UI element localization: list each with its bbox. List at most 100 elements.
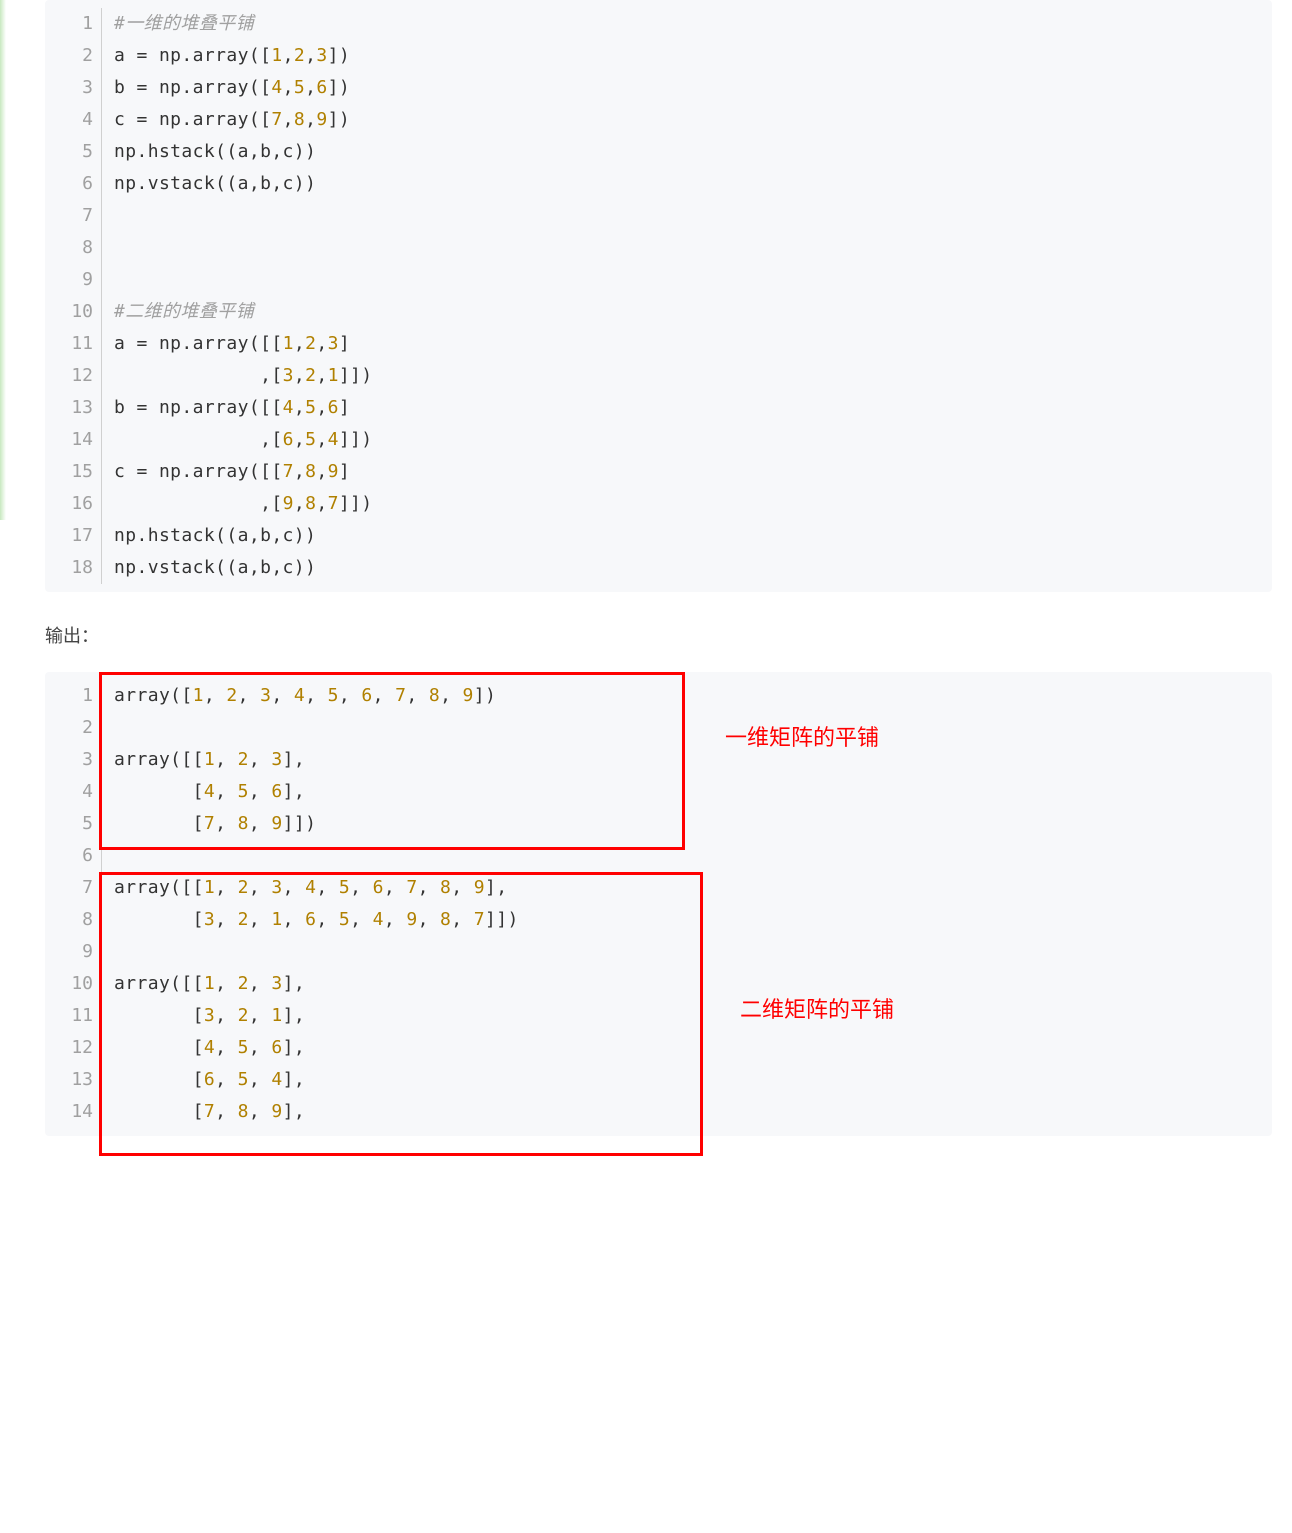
line-number: 7 <box>45 200 102 232</box>
annotation-1d: 一维矩阵的平铺 <box>725 720 879 752</box>
line-number: 13 <box>45 1064 102 1096</box>
line-number: 10 <box>45 968 102 1000</box>
line-number: 10 <box>45 296 102 328</box>
code-line: 2a = np.array([1,2,3]) <box>45 40 1272 72</box>
code-content: a = np.array([[1,2,3] <box>114 328 350 360</box>
line-number: 3 <box>45 72 102 104</box>
line-number: 5 <box>45 136 102 168</box>
code-content: np.hstack((a,b,c)) <box>114 520 316 552</box>
code-line: 15 c = np.array([[7,8,9] <box>45 456 1272 488</box>
code-content: #一维的堆叠平铺 <box>114 8 254 40</box>
code-line: 1 #一维的堆叠平铺 <box>45 8 1272 40</box>
line-number: 4 <box>45 776 102 808</box>
code-line: 14 ,[6,5,4]]) <box>45 424 1272 456</box>
code-line: 7 <box>45 200 1272 232</box>
line-number: 17 <box>45 520 102 552</box>
page: 1#一维的堆叠平铺2a = np.array([1,2,3])3b = np.a… <box>0 0 1292 1186</box>
code-content: [3, 2, 1, 6, 5, 4, 9, 8, 7]]) <box>114 904 519 936</box>
code-line: 18 np.vstack((a,b,c)) <box>45 552 1272 584</box>
annotation-2d: 二维矩阵的平铺 <box>740 992 894 1024</box>
code-content: np.hstack((a,b,c)) <box>114 136 316 168</box>
line-number: 14 <box>45 1096 102 1128</box>
code-content: array([[1, 2, 3], <box>114 968 305 1000</box>
code-line: 12 ,[3,2,1]]) <box>45 360 1272 392</box>
code-line: 9 <box>45 936 1272 968</box>
code-content: [4, 5, 6], <box>114 776 305 808</box>
code-content: ,[6,5,4]]) <box>114 424 373 456</box>
line-number: 13 <box>45 392 102 424</box>
code-content: array([[1, 2, 3], <box>114 744 305 776</box>
line-number: 12 <box>45 1032 102 1064</box>
code-line: 10 array([[1, 2, 3], <box>45 968 1272 1000</box>
code-content: b = np.array([4,5,6]) <box>114 72 350 104</box>
code-content <box>114 936 125 968</box>
code-line: 5 [7, 8, 9]]) <box>45 808 1272 840</box>
code-content <box>114 200 125 232</box>
output-label: 输出： <box>45 622 1272 648</box>
code-line: 12 [4, 5, 6], <box>45 1032 1272 1064</box>
line-number: 18 <box>45 552 102 584</box>
code-content: ,[9,8,7]]) <box>114 488 373 520</box>
line-number: 6 <box>45 168 102 200</box>
line-number: 11 <box>45 1000 102 1032</box>
code-content: array([[1, 2, 3, 4, 5, 6, 7, 8, 9], <box>114 872 508 904</box>
line-number: 2 <box>45 712 102 744</box>
code-line: 2 <box>45 712 1272 744</box>
code-line: 4 c = np.array([7,8,9]) <box>45 104 1272 136</box>
code-content: np.vstack((a,b,c)) <box>114 552 316 584</box>
code-line: 10 #二维的堆叠平铺 <box>45 296 1272 328</box>
code-block-output: 1 array([1, 2, 3, 4, 5, 6, 7, 8, 9]) 2 3 ar… <box>45 672 1272 1136</box>
code-line: 16 ,[9,8,7]]) <box>45 488 1272 520</box>
line-number: 16 <box>45 488 102 520</box>
left-gradient-decoration <box>0 0 6 520</box>
code-content <box>114 264 125 296</box>
line-number: 5 <box>45 808 102 840</box>
code-content: c = np.array([[7,8,9] <box>114 456 350 488</box>
line-number: 9 <box>45 936 102 968</box>
line-number: 3 <box>45 744 102 776</box>
line-number: 12 <box>45 360 102 392</box>
code-content <box>114 232 125 264</box>
code-line: 5 np.hstack((a,b,c)) <box>45 136 1272 168</box>
code-line: 6np.vstack((a,b,c)) <box>45 168 1272 200</box>
code-line: 7 array([[1, 2, 3, 4, 5, 6, 7, 8, 9], <box>45 872 1272 904</box>
code-line: 13 b = np.array([[4,5,6] <box>45 392 1272 424</box>
code-line: 3 b = np.array([4,5,6]) <box>45 72 1272 104</box>
code-line: 11 a = np.array([[1,2,3] <box>45 328 1272 360</box>
code-line: 8 <box>45 232 1272 264</box>
line-number: 2 <box>45 40 102 72</box>
code-content: b = np.array([[4,5,6] <box>114 392 350 424</box>
code-line: 14 [7, 8, 9], <box>45 1096 1272 1128</box>
line-number: 9 <box>45 264 102 296</box>
line-number: 4 <box>45 104 102 136</box>
code-content: [7, 8, 9]]) <box>114 808 316 840</box>
line-number: 11 <box>45 328 102 360</box>
code-line: 4 [4, 5, 6], <box>45 776 1272 808</box>
code-content <box>114 840 125 872</box>
line-number: 15 <box>45 456 102 488</box>
code-content: [3, 2, 1], <box>114 1000 305 1032</box>
code-line: 3 array([[1, 2, 3], <box>45 744 1272 776</box>
code-line: 17 np.hstack((a,b,c)) <box>45 520 1272 552</box>
line-number: 6 <box>45 840 102 872</box>
code-line: 13 [6, 5, 4], <box>45 1064 1272 1096</box>
code-content: [4, 5, 6], <box>114 1032 305 1064</box>
code-content: ,[3,2,1]]) <box>114 360 373 392</box>
code-content: array([1, 2, 3, 4, 5, 6, 7, 8, 9]) <box>114 680 496 712</box>
line-number: 7 <box>45 872 102 904</box>
code-line: 8 [3, 2, 1, 6, 5, 4, 9, 8, 7]]) <box>45 904 1272 936</box>
line-number: 14 <box>45 424 102 456</box>
line-number: 8 <box>45 232 102 264</box>
code-line: 11 [3, 2, 1], <box>45 1000 1272 1032</box>
code-line: 1 array([1, 2, 3, 4, 5, 6, 7, 8, 9]) <box>45 680 1272 712</box>
code-content: [7, 8, 9], <box>114 1096 305 1128</box>
line-number: 1 <box>45 680 102 712</box>
code-content: c = np.array([7,8,9]) <box>114 104 350 136</box>
code-content <box>114 712 125 744</box>
code-content: #二维的堆叠平铺 <box>114 296 254 328</box>
code-block-input: 1 #一维的堆叠平铺2a = np.array([1,2,3])3 b = np.a… <box>45 0 1272 592</box>
line-number: 1 <box>45 8 102 40</box>
line-number: 8 <box>45 904 102 936</box>
code-line: 6 <box>45 840 1272 872</box>
code-content: [6, 5, 4], <box>114 1064 305 1096</box>
